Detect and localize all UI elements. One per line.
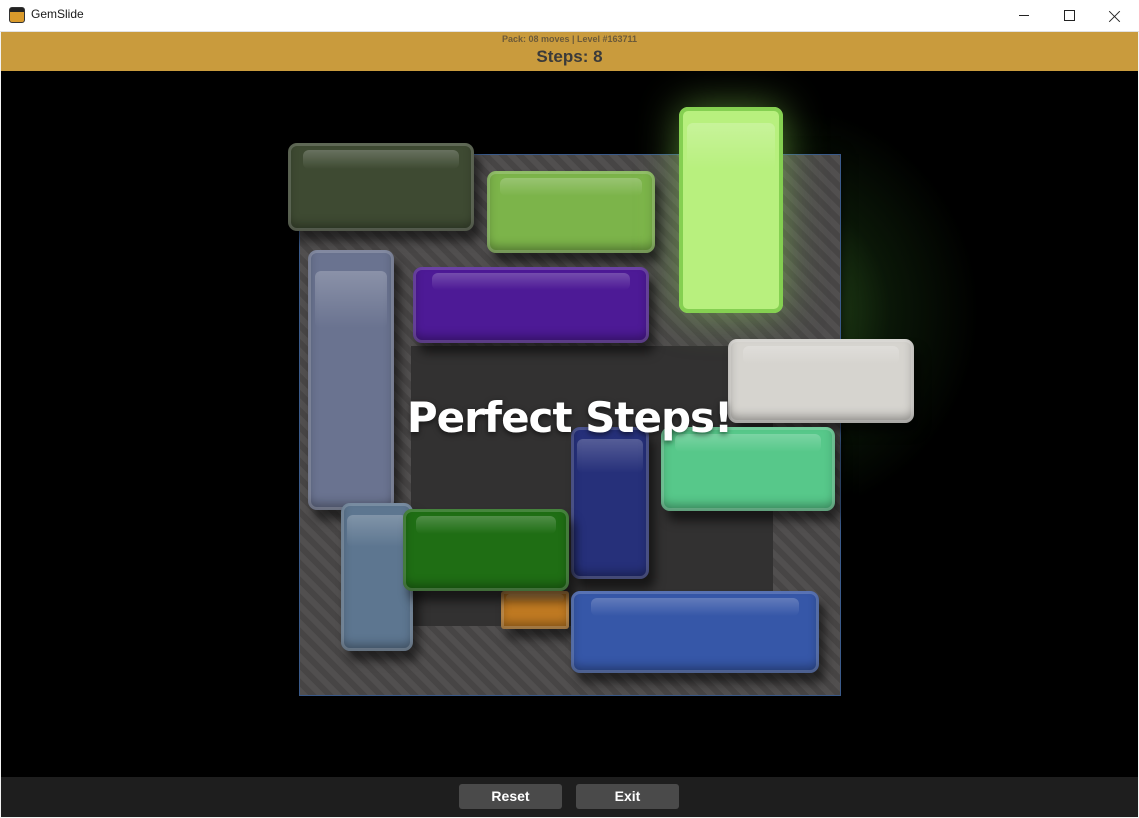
close-icon [1109,10,1121,22]
block-lime[interactable] [487,171,655,253]
block-navy[interactable] [571,427,649,579]
block-olive[interactable] [288,143,474,231]
minimize-button[interactable] [1001,0,1047,31]
maximize-icon [1063,10,1075,21]
block-orange[interactable] [501,591,569,629]
completion-message: Perfect Steps! [406,393,733,442]
footer-bar: Reset Exit [1,777,1138,817]
app-window: GemSlide Pack: 08 moves | Level #163711 … [0,0,1139,818]
level-header: Pack: 08 moves | Level #163711 Steps: 8 [1,32,1138,71]
minimize-icon [1019,15,1029,16]
block-light-green[interactable] [679,107,783,313]
steps-counter: Steps: 8 [536,47,603,66]
pack-info: Pack: 08 moves | Level #163711 [501,34,638,44]
gem-app-icon [9,7,25,23]
title-bar[interactable]: GemSlide [0,0,1139,32]
block-green[interactable] [403,509,569,591]
maximize-button[interactable] [1046,0,1092,31]
exit-button[interactable]: Exit [576,784,679,809]
block-blue[interactable] [571,591,819,673]
block-purple[interactable] [413,267,649,343]
game-viewport[interactable]: Perfect Steps! [1,71,1138,777]
block-slate[interactable] [308,250,394,510]
window-title: GemSlide [31,7,84,21]
reset-button[interactable]: Reset [459,784,562,809]
close-button[interactable] [1092,0,1138,31]
